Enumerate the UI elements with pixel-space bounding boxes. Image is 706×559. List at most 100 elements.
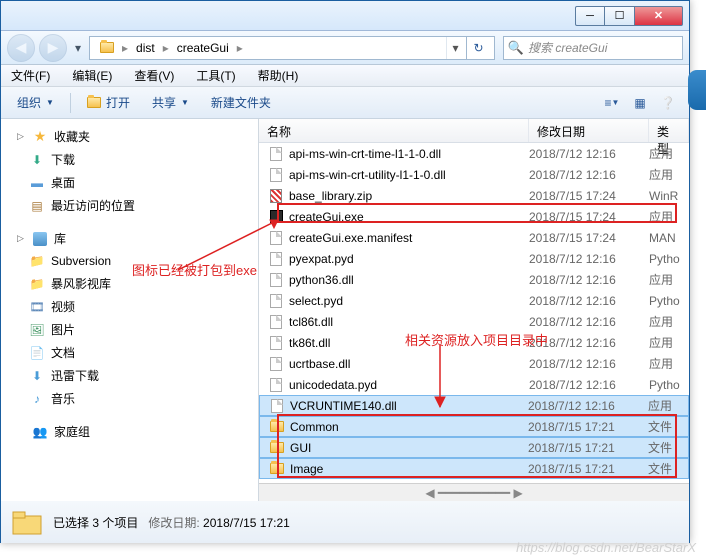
folder-row[interactable]: GUI2018/7/15 17:21文件	[259, 437, 689, 458]
file-date: 2018/7/15 17:24	[529, 231, 649, 245]
file-list[interactable]: api-ms-win-crt-time-l1-1-0.dll2018/7/12 …	[259, 143, 689, 483]
file-row[interactable]: createGui.exe2018/7/15 17:24应用	[259, 206, 689, 227]
file-date: 2018/7/15 17:21	[528, 441, 648, 455]
file-row[interactable]: tcl86t.dll2018/7/12 12:16应用	[259, 311, 689, 332]
file-pane: 名称 修改日期 类型 api-ms-win-crt-time-l1-1-0.dl…	[259, 119, 689, 501]
file-row[interactable]: unicodedata.pyd2018/7/12 12:16Pytho	[259, 374, 689, 395]
menu-edit[interactable]: 编辑(E)	[68, 65, 116, 86]
file-row[interactable]: python36.dll2018/7/12 12:16应用	[259, 269, 689, 290]
file-name: base_library.zip	[285, 189, 529, 203]
breadcrumb-root-icon[interactable]	[94, 40, 120, 55]
col-name[interactable]: 名称	[259, 119, 529, 142]
file-icon	[270, 315, 282, 329]
tree-desktop[interactable]: ▬桌面	[1, 171, 258, 194]
tree-music[interactable]: ♪音乐	[1, 387, 258, 410]
tree-documents[interactable]: 📄文档	[1, 341, 258, 364]
new-folder-button[interactable]: 新建文件夹	[203, 90, 279, 115]
tree-baofeng[interactable]: 📁暴风影视库	[1, 272, 258, 295]
file-row[interactable]: ucrtbase.dll2018/7/12 12:16应用	[259, 353, 689, 374]
nav-forward-button[interactable]: ▶	[39, 34, 67, 62]
view-options-button[interactable]: ≡ ▼	[599, 92, 625, 114]
col-date[interactable]: 修改日期	[529, 119, 649, 142]
file-date: 2018/7/15 17:24	[529, 210, 649, 224]
refresh-button[interactable]: ↻	[466, 37, 490, 59]
file-date: 2018/7/15 17:24	[529, 189, 649, 203]
file-date: 2018/7/12 12:16	[529, 252, 649, 266]
file-date: 2018/7/12 12:16	[528, 399, 648, 413]
search-box[interactable]: 🔍 搜索 createGui	[503, 36, 683, 60]
organize-button[interactable]: 组织▼	[9, 90, 62, 115]
watermark: https://blog.csdn.net/BearStarX	[516, 540, 696, 555]
open-button[interactable]: 打开	[79, 90, 138, 115]
tree-favorites[interactable]: ▷★收藏夹	[1, 125, 258, 148]
nav-back-button[interactable]: ◀	[7, 34, 35, 62]
file-name: tcl86t.dll	[285, 315, 529, 329]
share-button[interactable]: 共享▼	[144, 90, 197, 115]
file-icon	[270, 273, 282, 287]
library-icon	[33, 232, 47, 246]
file-date: 2018/7/12 12:16	[529, 336, 649, 350]
tree-pictures[interactable]: 🖼图片	[1, 318, 258, 341]
file-type: 应用	[649, 313, 689, 330]
file-date: 2018/7/15 17:21	[528, 420, 648, 434]
col-type[interactable]: 类型	[649, 119, 689, 142]
file-row[interactable]: createGui.exe.manifest2018/7/15 17:24MAN	[259, 227, 689, 248]
status-folder-icon	[11, 506, 43, 538]
folder-row[interactable]: Image2018/7/15 17:21文件	[259, 458, 689, 479]
breadcrumb-sep: ▸	[122, 41, 128, 55]
menu-tools[interactable]: 工具(T)	[192, 65, 239, 86]
window-close-button[interactable]: ✕	[635, 6, 683, 26]
tree-subversion[interactable]: 📁Subversion	[1, 250, 258, 272]
file-type: 应用	[649, 166, 689, 183]
file-name: createGui.exe	[285, 210, 529, 224]
status-selection-count: 已选择 3 个项目	[53, 516, 138, 530]
file-row[interactable]: tk86t.dll2018/7/12 12:16应用	[259, 332, 689, 353]
file-row[interactable]: pyexpat.pyd2018/7/12 12:16Pytho	[259, 248, 689, 269]
breadcrumb-dropdown[interactable]: ▾	[446, 37, 464, 59]
menu-view[interactable]: 查看(V)	[130, 65, 178, 86]
tree-recent[interactable]: ▤最近访问的位置	[1, 194, 258, 217]
file-date: 2018/7/12 12:16	[529, 168, 649, 182]
file-name: python36.dll	[285, 273, 529, 287]
file-icon	[271, 399, 283, 413]
menu-help[interactable]: 帮助(H)	[254, 65, 303, 86]
nav-history-dropdown[interactable]: ▾	[71, 38, 85, 58]
file-date: 2018/7/15 17:21	[528, 462, 648, 476]
star-icon: ★	[34, 128, 47, 145]
file-name: select.pyd	[285, 294, 529, 308]
tree-libraries[interactable]: ▷库	[1, 227, 258, 250]
tree-downloads[interactable]: ⬇下载	[1, 148, 258, 171]
file-date: 2018/7/12 12:16	[529, 273, 649, 287]
file-name: Image	[286, 462, 528, 476]
menu-file[interactable]: 文件(F)	[7, 65, 54, 86]
file-type: 应用	[649, 355, 689, 372]
file-type: 应用	[649, 145, 689, 162]
file-name: api-ms-win-crt-utility-l1-1-0.dll	[285, 168, 529, 182]
window-maximize-button[interactable]: ☐	[605, 6, 635, 26]
side-tab-widget[interactable]	[688, 70, 706, 110]
folder-row[interactable]: Common2018/7/15 17:21文件	[259, 416, 689, 437]
preview-pane-button[interactable]: ▦	[627, 92, 653, 114]
file-name: tk86t.dll	[285, 336, 529, 350]
help-button[interactable]: ❔	[655, 92, 681, 114]
horizontal-scrollbar[interactable]: ◀ ━━━━━━━━━━ ▶	[259, 483, 689, 501]
folder-icon	[270, 421, 284, 432]
nav-tree: ▷★收藏夹 ⬇下载 ▬桌面 ▤最近访问的位置 ▷库 📁Subversion 📁暴…	[1, 119, 259, 501]
status-moddate: 2018/7/15 17:21	[203, 516, 290, 530]
breadcrumb[interactable]: ▸ dist ▸ createGui ▸ ▾ ↻	[89, 36, 495, 60]
file-row[interactable]: select.pyd2018/7/12 12:16Pytho	[259, 290, 689, 311]
tree-video[interactable]: 🎞视频	[1, 295, 258, 318]
file-icon	[270, 378, 282, 392]
file-row[interactable]: api-ms-win-crt-time-l1-1-0.dll2018/7/12 …	[259, 143, 689, 164]
breadcrumb-item-dist[interactable]: dist	[130, 39, 161, 57]
file-row[interactable]: VCRUNTIME140.dll2018/7/12 12:16应用	[259, 395, 689, 416]
folder-icon	[270, 463, 284, 474]
tree-homegroup[interactable]: 👥家庭组	[1, 420, 258, 443]
file-type: 应用	[649, 271, 689, 288]
file-icon	[270, 357, 282, 371]
window-minimize-button[interactable]: ─	[575, 6, 605, 26]
file-row[interactable]: base_library.zip2018/7/15 17:24WinR	[259, 185, 689, 206]
file-row[interactable]: api-ms-win-crt-utility-l1-1-0.dll2018/7/…	[259, 164, 689, 185]
breadcrumb-item-creategui[interactable]: createGui	[171, 39, 235, 57]
tree-xunlei[interactable]: ⬇迅雷下载	[1, 364, 258, 387]
